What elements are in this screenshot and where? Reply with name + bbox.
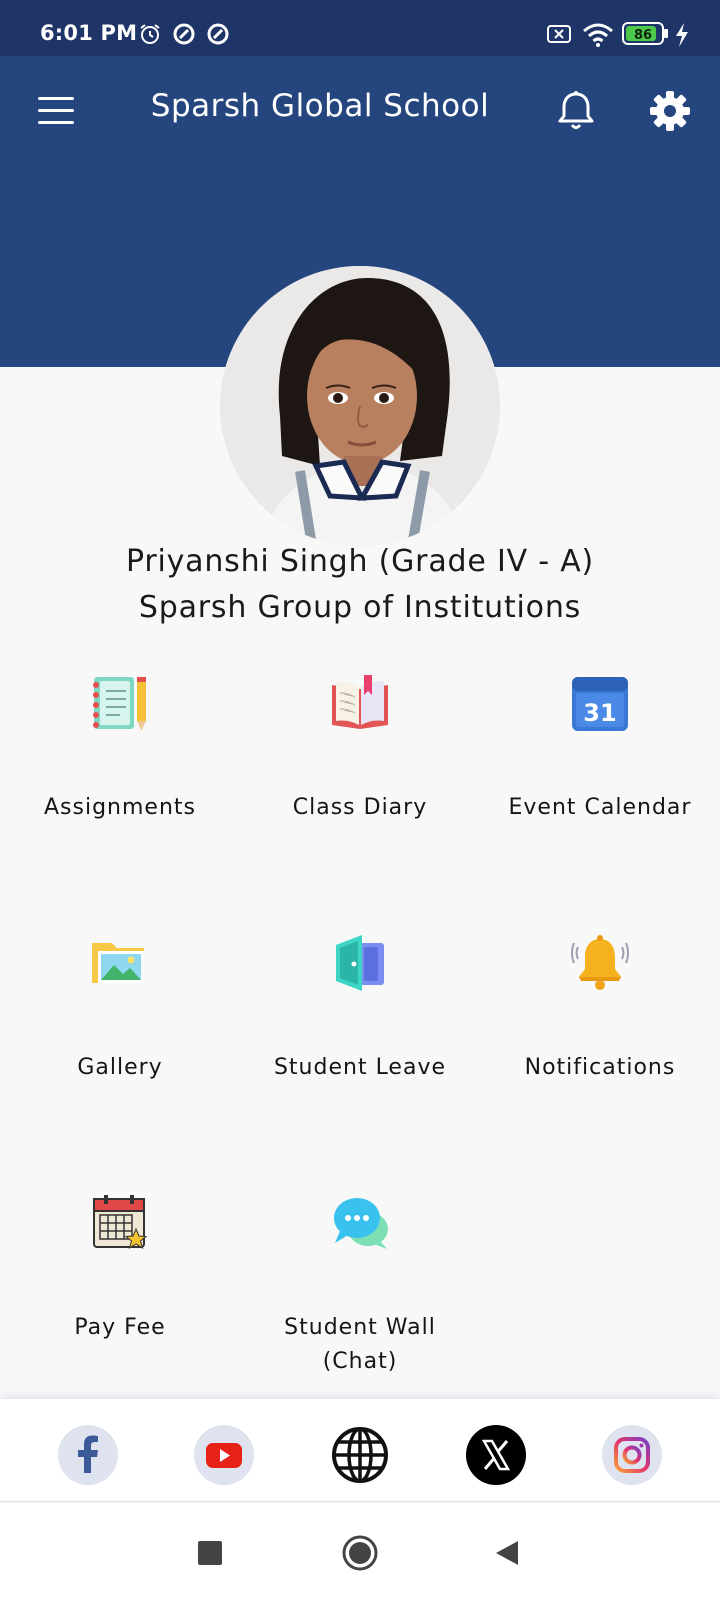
youtube-icon <box>206 1443 242 1468</box>
student-avatar[interactable] <box>220 266 500 546</box>
status-time: 6:01 PM <box>40 21 138 45</box>
app-title: Sparsh Global School <box>150 88 490 124</box>
gallery-label: Gallery <box>77 1055 163 1080</box>
sync-icon <box>207 23 229 45</box>
open-book-icon <box>332 675 388 729</box>
notifications-tile[interactable]: Notifications <box>480 933 720 1153</box>
sync-icon <box>173 23 195 45</box>
ringing-bell-icon <box>571 935 629 990</box>
pay-fee-label: Pay Fee <box>74 1315 166 1340</box>
square-icon <box>198 1541 222 1565</box>
back-button[interactable] <box>488 1533 528 1573</box>
calendar-icon: 31 <box>572 677 628 731</box>
system-nav-bar <box>0 1503 720 1600</box>
student-wall-label-line1: Student Wall <box>284 1315 436 1340</box>
fee-calendar-star-icon <box>93 1195 148 1250</box>
chat-bubbles-icon <box>334 1198 388 1249</box>
instagram-icon <box>614 1437 650 1473</box>
photo-folder-icon <box>92 943 144 983</box>
student-photo <box>220 266 500 546</box>
institution-name: Sparsh Group of Institutions <box>138 590 582 625</box>
class-diary-tile[interactable]: Class Diary <box>240 673 480 893</box>
facebook-icon <box>78 1435 98 1473</box>
social-links-bar <box>0 1398 720 1502</box>
student-leave-label: Student Leave <box>273 1055 447 1080</box>
notifications-label: Notifications <box>524 1055 676 1080</box>
triangle-back-icon <box>496 1541 518 1565</box>
charging-icon <box>676 23 688 47</box>
youtube-link[interactable] <box>194 1425 254 1485</box>
x-icon <box>481 1439 511 1471</box>
assignments-label: Assignments <box>44 795 196 820</box>
calendar-day: 31 <box>583 699 616 727</box>
facebook-link[interactable] <box>58 1425 118 1485</box>
student-leave-tile[interactable]: Student Leave <box>240 933 480 1153</box>
battery-level: 86 <box>634 28 652 43</box>
gear-icon <box>650 91 690 131</box>
student-name-grade: Priyanshi Singh (Grade IV - A) <box>125 544 595 579</box>
gallery-tile[interactable]: Gallery <box>0 933 240 1153</box>
recents-button[interactable] <box>190 1533 230 1573</box>
student-wall-label: Student Wall (Chat) <box>240 1311 480 1379</box>
settings-button[interactable] <box>647 88 693 134</box>
wifi-icon <box>583 23 613 47</box>
hamburger-menu-button[interactable] <box>34 94 78 128</box>
status-bar: 6:01 PM 86 <box>0 0 720 56</box>
student-wall-label-line2: (Chat) <box>322 1349 398 1374</box>
student-wall-tile[interactable]: Student Wall (Chat) <box>240 1193 480 1413</box>
home-button[interactable] <box>340 1533 380 1573</box>
notebook-pencil-icon <box>93 677 146 731</box>
assignments-tile[interactable]: Assignments <box>0 673 240 893</box>
event-calendar-label: Event Calendar <box>508 795 692 820</box>
x-link[interactable] <box>466 1425 526 1485</box>
notifications-button[interactable] <box>553 88 599 134</box>
class-diary-label: Class Diary <box>292 795 428 820</box>
globe-icon <box>332 1427 388 1483</box>
pay-fee-tile[interactable]: Pay Fee <box>0 1193 240 1413</box>
website-link[interactable] <box>330 1425 390 1485</box>
event-calendar-tile[interactable]: 31 Event Calendar <box>480 673 720 893</box>
door-exit-icon <box>336 935 384 991</box>
circle-home-icon <box>342 1535 378 1571</box>
battery-icon: 86 <box>622 22 668 45</box>
alarm-icon <box>140 24 160 44</box>
no-sim-icon <box>547 25 571 43</box>
instagram-link[interactable] <box>602 1425 662 1485</box>
bell-icon <box>558 91 594 129</box>
